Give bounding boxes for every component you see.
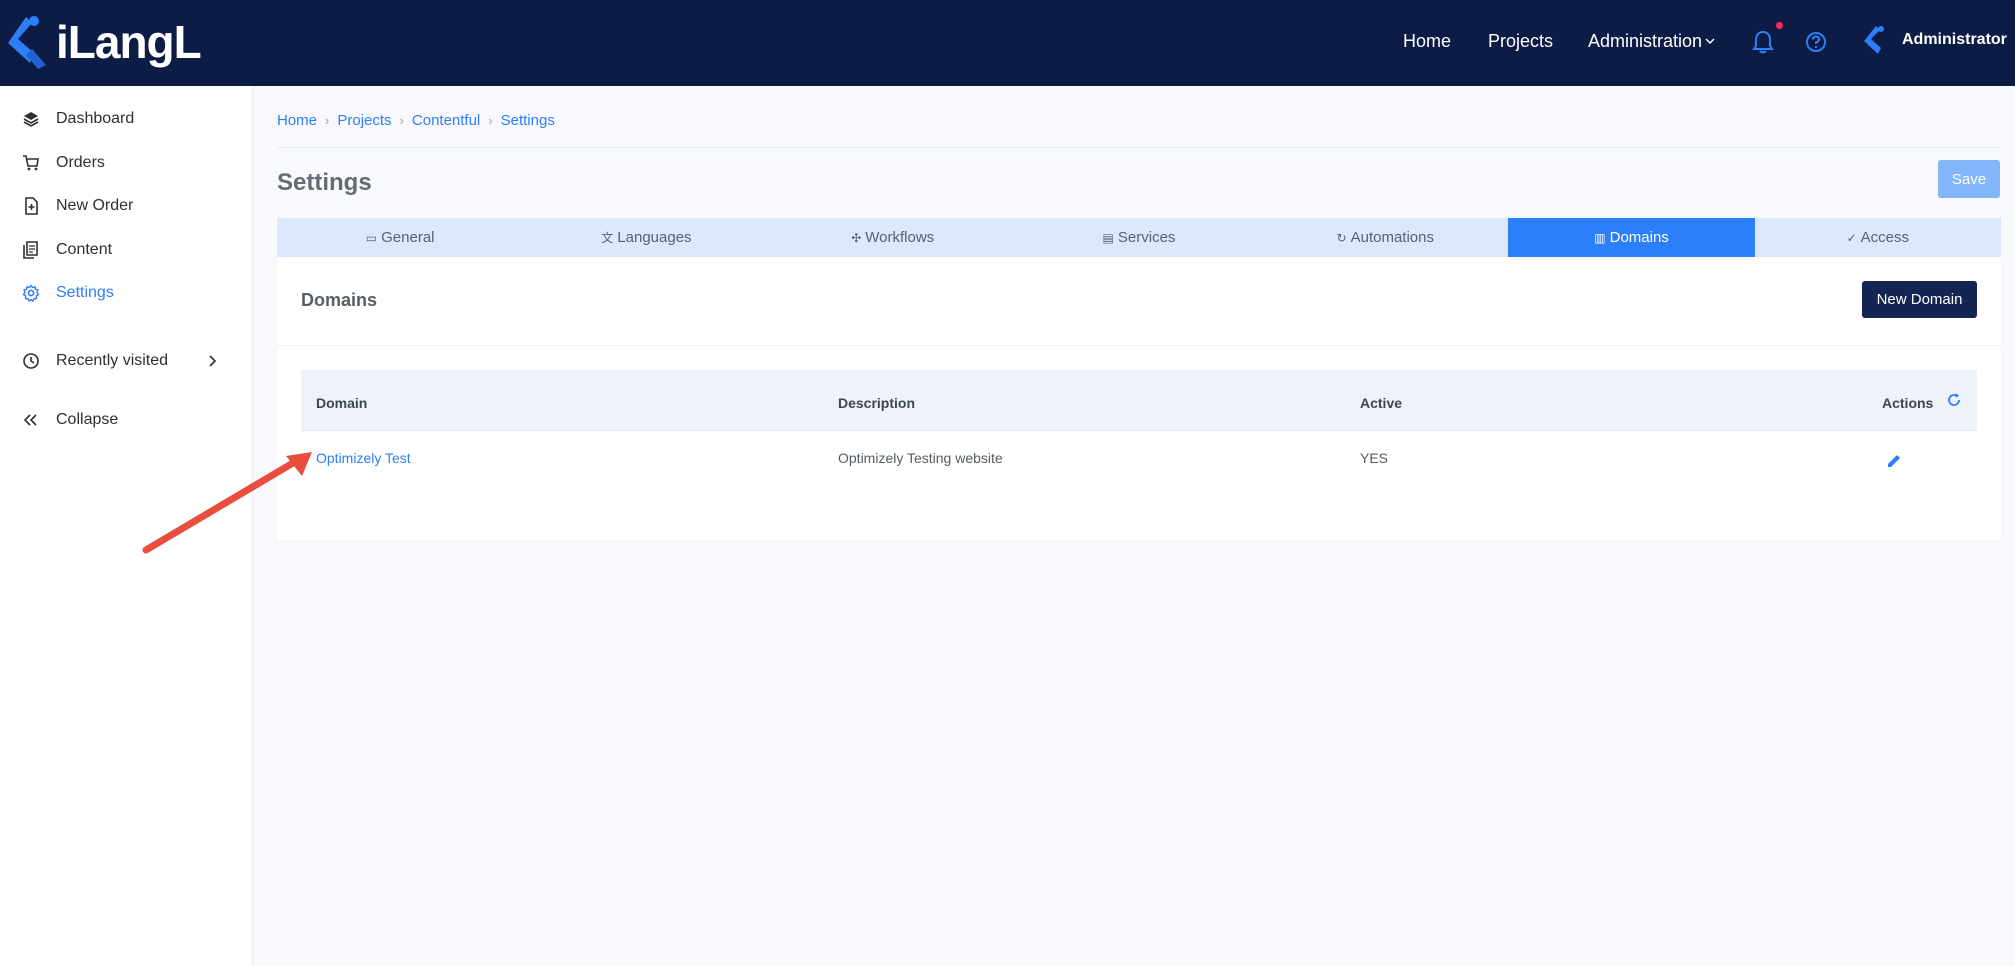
sidebar-item-orders[interactable]: Orders: [0, 143, 253, 183]
domain-description: Optimizely Testing website: [838, 450, 1003, 466]
save-button[interactable]: Save: [1938, 160, 2000, 198]
user-avatar-icon[interactable]: [1862, 24, 1892, 56]
table-row: Optimizely Test Optimizely Testing websi…: [301, 431, 1977, 487]
divider: [277, 345, 2001, 346]
tab-domains[interactable]: ▥ Domains: [1508, 218, 1755, 257]
breadcrumb-settings[interactable]: Settings: [501, 112, 555, 130]
chevron-right-icon: [209, 355, 217, 367]
cart-icon: [23, 155, 39, 171]
column-header-domain[interactable]: Domain: [316, 395, 367, 411]
sidebar-item-label: Dashboard: [56, 110, 135, 127]
column-header-actions: Actions: [1882, 395, 1934, 411]
logo-icon: [8, 16, 46, 69]
double-chevron-left-icon: [23, 414, 37, 426]
tab-languages[interactable]: 文 Languages: [523, 218, 769, 257]
domain-link[interactable]: Optimizely Test: [316, 450, 411, 466]
sidebar-item-label: Recently visited: [56, 352, 169, 369]
tab-automations[interactable]: ↻ Automations: [1262, 218, 1508, 257]
translate-icon: 文: [601, 231, 614, 245]
chevron-down-icon[interactable]: [1704, 36, 1716, 46]
breadcrumb-home[interactable]: Home: [277, 112, 317, 130]
nav-administration-dropdown[interactable]: Administration: [1588, 31, 1702, 52]
tab-services[interactable]: ▤ Services: [1016, 218, 1262, 257]
sidebar-item-content[interactable]: Content: [0, 230, 253, 270]
column-header-active[interactable]: Active: [1360, 395, 1402, 411]
building-icon: ▥: [1594, 230, 1606, 245]
notification-badge: [1776, 22, 1783, 29]
tab-label: Languages: [617, 229, 692, 246]
breadcrumb-projects[interactable]: Projects: [337, 112, 391, 130]
edit-pencil-icon[interactable]: [1885, 452, 1903, 470]
sidebar-item-label: New Order: [56, 197, 134, 214]
documents-icon: [23, 241, 38, 259]
layers-icon: [23, 112, 39, 127]
domain-active-status: YES: [1360, 450, 1389, 466]
tablet-icon: ▭: [365, 230, 378, 245]
top-navigation-bar: iLangL Home Projects Administration Admi…: [0, 0, 2015, 86]
sidebar-item-label: Orders: [56, 154, 105, 171]
shield-check-icon: ✓: [1846, 230, 1857, 245]
nav-home-link[interactable]: Home: [1403, 31, 1451, 52]
annotation-arrow-icon: [142, 452, 312, 554]
sidebar-item-collapse[interactable]: Collapse: [0, 400, 253, 440]
tab-label: Workflows: [865, 229, 935, 246]
tab-label: General: [381, 229, 435, 246]
user-name[interactable]: Administrator: [1902, 31, 2007, 49]
history-icon: [23, 353, 39, 369]
breadcrumb: Home › Projects › Contentful › Settings: [277, 112, 563, 130]
workflow-icon: ✣: [851, 230, 862, 245]
domains-panel: Domains New Domain Domain Description Ac…: [277, 257, 2001, 540]
breadcrumb-separator-icon: ›: [399, 113, 404, 128]
nav-projects-link[interactable]: Projects: [1488, 31, 1553, 52]
help-icon[interactable]: [1805, 31, 1827, 53]
new-domain-button[interactable]: New Domain: [1862, 281, 1977, 318]
file-plus-icon: [25, 197, 38, 215]
page-title: Settings: [277, 169, 372, 196]
table-header: Domain Description Active Actions: [301, 370, 1977, 431]
logo-text: iLangL: [56, 16, 202, 68]
bell-icon[interactable]: [1752, 30, 1774, 54]
settings-tabs: ▭ General 文 Languages ✣ Workflows ▤ Serv…: [277, 218, 2001, 257]
breadcrumb-contentful[interactable]: Contentful: [412, 112, 480, 130]
app-logo[interactable]: iLangL: [4, 10, 202, 74]
divider: [277, 147, 2001, 148]
sidebar-item-recently-visited[interactable]: Recently visited: [0, 341, 253, 381]
sidebar-item-label: Content: [56, 241, 113, 258]
tab-label: Access: [1860, 229, 1910, 246]
tab-access[interactable]: ✓ Access: [1755, 218, 2001, 257]
gear-icon: [22, 284, 40, 302]
tab-label: Automations: [1350, 229, 1434, 246]
tab-label: Services: [1117, 229, 1176, 246]
refresh-icon[interactable]: [1946, 392, 1962, 408]
sidebar-item-new-order[interactable]: New Order: [0, 186, 253, 226]
tab-label: Domains: [1609, 229, 1669, 246]
column-header-description[interactable]: Description: [838, 395, 915, 411]
sync-icon: ↻: [1336, 230, 1347, 245]
sidebar-item-dashboard[interactable]: Dashboard: [0, 99, 253, 139]
tab-general[interactable]: ▭ General: [277, 218, 523, 257]
sidebar-item-settings[interactable]: Settings: [0, 273, 253, 313]
tab-workflows[interactable]: ✣ Workflows: [770, 218, 1016, 257]
sidebar-item-label: Collapse: [56, 411, 119, 428]
domains-table: Domain Description Active Actions Optimi…: [301, 370, 1977, 487]
server-icon: ▤: [1102, 230, 1114, 245]
breadcrumb-separator-icon: ›: [325, 113, 330, 128]
sidebar-item-label: Settings: [56, 284, 114, 301]
breadcrumb-separator-icon: ›: [488, 113, 493, 128]
panel-title: Domains: [301, 290, 378, 310]
